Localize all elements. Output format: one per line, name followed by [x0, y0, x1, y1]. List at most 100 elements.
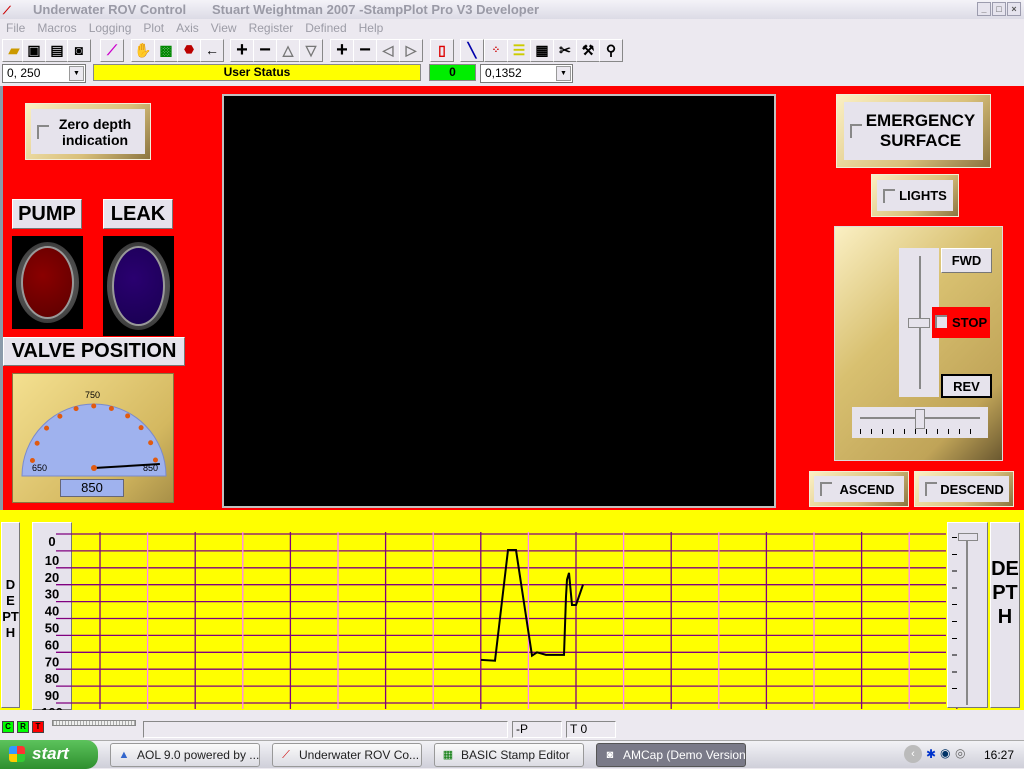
steering-slider[interactable]: [852, 407, 988, 438]
title-bar: ⟋ Underwater ROV Control Stuart Weightma…: [0, 0, 1024, 19]
throttle-slider-thumb[interactable]: [908, 317, 930, 328]
span-value: 0, 250: [7, 66, 41, 80]
monitor-icon[interactable]: ▩: [154, 39, 178, 62]
gauge-mid-label: 750: [85, 390, 101, 400]
ascend-button[interactable]: ASCEND: [809, 471, 909, 507]
menu-plot[interactable]: Plot: [143, 21, 164, 35]
magic-wand-icon[interactable]: ⟋: [100, 39, 124, 62]
task-rov-control[interactable]: ⟋ Underwater ROV Co...: [272, 743, 422, 767]
save-disk-icon[interactable]: ▣: [22, 39, 46, 62]
status-bar: C R T -P T 0: [0, 712, 1024, 740]
zero-depth-label: Zero depth indication: [58, 115, 132, 148]
checkbox-icon: [820, 482, 832, 496]
gauge-tick: [91, 403, 97, 409]
task-amcap[interactable]: ◙ AMCap (Demo Version): [596, 743, 746, 767]
red-box-icon[interactable]: ▯: [430, 39, 454, 62]
steering-slider-thumb[interactable]: [915, 409, 925, 429]
minus-icon[interactable]: −: [253, 39, 277, 62]
range-select[interactable]: 0,1352 ▼: [480, 64, 573, 83]
plus-icon[interactable]: +: [230, 39, 254, 62]
gauge-readout: 850: [60, 479, 124, 497]
stampplot-icon: ⟋: [282, 749, 290, 761]
chevron-down-icon[interactable]: ▼: [69, 66, 84, 81]
gauge-tick: [152, 457, 158, 463]
pump-indicator-lamp: [12, 236, 83, 329]
camera-icon: ◙: [606, 749, 614, 761]
menu-axis[interactable]: Axis: [176, 21, 199, 35]
range-value: 0,1352: [485, 66, 522, 80]
stop-sign-icon[interactable]: ⬣: [177, 39, 201, 62]
zero-depth-button[interactable]: Zero depth indication: [25, 103, 151, 160]
menu-view[interactable]: View: [211, 21, 237, 35]
emergency-surface-button[interactable]: EMERGENCY SURFACE: [836, 94, 991, 168]
chevron-left-icon[interactable]: ‹: [904, 745, 922, 763]
lights-button[interactable]: LIGHTS: [871, 174, 959, 217]
gauge-min-label: 650: [32, 463, 48, 473]
pen-icon[interactable]: ╲: [460, 39, 484, 62]
notes-icon[interactable]: ☰: [507, 39, 531, 62]
y-tick-label: 20: [45, 570, 59, 585]
hammer-icon[interactable]: ⚒: [576, 39, 600, 62]
menu-help[interactable]: Help: [359, 21, 384, 35]
network-icon[interactable]: ◎: [955, 746, 965, 760]
plus-icon[interactable]: +: [330, 39, 354, 62]
minus-icon[interactable]: −: [353, 39, 377, 62]
left-triangle-icon[interactable]: ◁: [376, 39, 400, 62]
aol-icon: ▲: [118, 749, 130, 761]
aol-tray-icon[interactable]: ◉: [940, 746, 950, 760]
menu-defined[interactable]: Defined: [305, 21, 346, 35]
task-aol[interactable]: ▲ AOL 9.0 powered by ...: [110, 743, 260, 767]
app-icon: ⟋: [3, 5, 11, 17]
span-select[interactable]: 0, 250 ▼: [2, 64, 86, 83]
menu-bar: File Macros Logging Plot Axis View Register Def…: [0, 19, 1024, 37]
print-icon[interactable]: ▤: [45, 39, 69, 62]
depth-slider[interactable]: [947, 522, 988, 708]
depth-slider-thumb[interactable]: [958, 533, 978, 541]
leak-indicator-lamp: [103, 236, 174, 336]
gauge-max-label: 850: [143, 463, 159, 473]
pliers-icon[interactable]: ✂: [553, 39, 577, 62]
menu-logging[interactable]: Logging: [89, 21, 132, 35]
stop-button[interactable]: STOP: [932, 307, 990, 338]
gauge-tick: [138, 425, 144, 431]
camera-icon[interactable]: ◙: [67, 39, 91, 62]
task-label: BASIC Stamp Editor: [461, 748, 570, 762]
counter-display: 0: [429, 64, 476, 81]
rev-button[interactable]: REV: [941, 374, 992, 398]
depth-chart: DEPTH 0102030405060708090100 DEPTH: [0, 510, 1024, 710]
chip-icon: ▦: [442, 749, 454, 761]
start-label: start: [32, 744, 69, 763]
close-button[interactable]: ×: [1007, 2, 1021, 16]
descend-button[interactable]: DESCEND: [914, 471, 1014, 507]
up-triangle-icon[interactable]: △: [276, 39, 300, 62]
calculator-icon[interactable]: ▦: [530, 39, 554, 62]
start-button[interactable]: start: [0, 740, 98, 769]
bluetooth-icon[interactable]: ✱: [926, 747, 936, 761]
y-tick-label: 100: [41, 705, 63, 710]
minimize-button[interactable]: _: [977, 2, 991, 16]
window-title: Underwater ROV Control: [33, 2, 187, 17]
y-tick-label: 30: [45, 587, 59, 602]
fwd-button[interactable]: FWD: [941, 248, 992, 273]
leak-label: LEAK: [103, 199, 173, 229]
task-basic-stamp[interactable]: ▦ BASIC Stamp Editor: [434, 743, 584, 767]
throttle-panel: FWD STOP REV: [834, 226, 1003, 461]
menu-macros[interactable]: Macros: [37, 21, 76, 35]
checkbox-icon: [850, 124, 862, 138]
right-triangle-icon[interactable]: ▷: [399, 39, 423, 62]
chevron-down-icon[interactable]: ▼: [556, 66, 571, 81]
y-tick-label: 0: [48, 534, 55, 549]
y-tick-label: 70: [45, 654, 59, 669]
back-arrow-icon[interactable]: ←: [200, 39, 224, 62]
menu-file[interactable]: File: [6, 21, 25, 35]
menu-register[interactable]: Register: [249, 21, 294, 35]
maximize-button[interactable]: □: [992, 2, 1006, 16]
t-panel: T 0: [566, 721, 616, 738]
wrench-icon[interactable]: ⚲: [599, 39, 623, 62]
gauge-tick: [44, 425, 50, 431]
down-triangle-icon[interactable]: ▽: [299, 39, 323, 62]
plot-points-icon[interactable]: ⁘: [484, 39, 508, 62]
depth-series-line: [480, 549, 584, 662]
handshake-icon[interactable]: ✋: [131, 39, 155, 62]
y-tick-label: 10: [45, 553, 59, 568]
